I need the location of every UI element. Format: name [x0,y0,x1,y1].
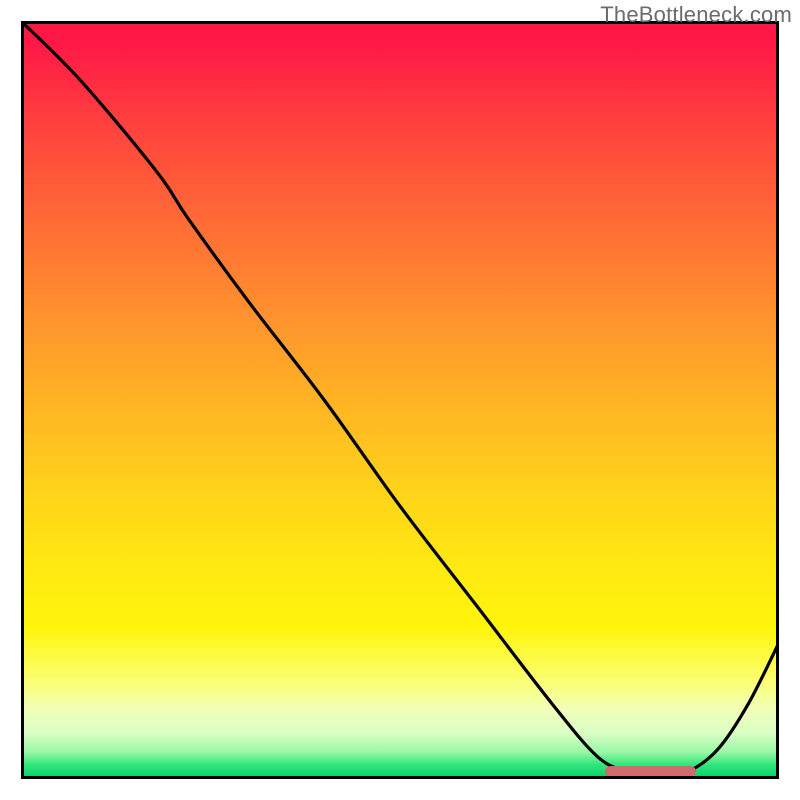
watermark-text: TheBottleneck.com [600,2,792,28]
plot-area [21,21,779,779]
chart-container: TheBottleneck.com [0,0,800,800]
bottleneck-curve [21,21,779,779]
optimal-range-marker [605,766,696,777]
